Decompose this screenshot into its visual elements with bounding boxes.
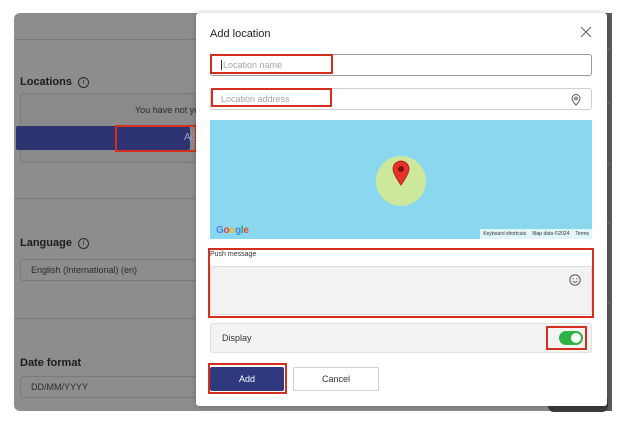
date-format-heading-label: Date format: [20, 357, 82, 369]
highlight-box: [546, 326, 587, 350]
map-attribution: Keyboard shortcuts Map data ©2024 Terms: [480, 229, 592, 239]
map-marker-icon[interactable]: [392, 160, 410, 186]
date-format-heading: Date format: [20, 357, 81, 369]
display-setting-row: Display: [210, 323, 592, 353]
google-logo-letter: e: [243, 225, 249, 236]
map-data-text: Map data ©2024: [532, 231, 570, 237]
highlight-box: [115, 125, 197, 152]
modal-title: Add location: [210, 28, 271, 40]
locations-heading: Locations i: [20, 76, 89, 88]
highlight-box: [208, 363, 287, 394]
section-divider: [14, 198, 204, 199]
close-icon[interactable]: [580, 26, 592, 38]
language-select[interactable]: English (International) (en): [20, 259, 204, 281]
highlight-box: [208, 248, 594, 318]
terms-link[interactable]: Terms: [575, 231, 589, 237]
language-select-value: English (International) (en): [31, 265, 138, 275]
language-heading: Language i: [20, 237, 89, 249]
highlight-box: [210, 54, 333, 74]
locations-empty-text: You have not ye: [135, 105, 200, 115]
language-heading-label: Language: [20, 237, 72, 249]
google-logo: Google: [216, 225, 249, 236]
keyboard-shortcuts-link[interactable]: Keyboard shortcuts: [483, 231, 526, 237]
display-label: Display: [222, 333, 252, 343]
info-icon[interactable]: i: [77, 76, 89, 88]
highlight-box: [211, 88, 332, 107]
locations-heading-label: Locations: [20, 76, 72, 88]
info-icon[interactable]: i: [77, 237, 89, 249]
map-pin-icon: [571, 94, 581, 106]
cancel-button[interactable]: Cancel: [293, 367, 379, 391]
date-format-select-value: DD/MM/YYYY: [31, 382, 89, 392]
section-divider: [14, 318, 204, 319]
map-view[interactable]: Google Keyboard shortcuts Map data ©2024…: [210, 120, 592, 239]
date-format-select[interactable]: DD/MM/YYYY: [20, 376, 204, 398]
section-divider: [14, 39, 204, 40]
